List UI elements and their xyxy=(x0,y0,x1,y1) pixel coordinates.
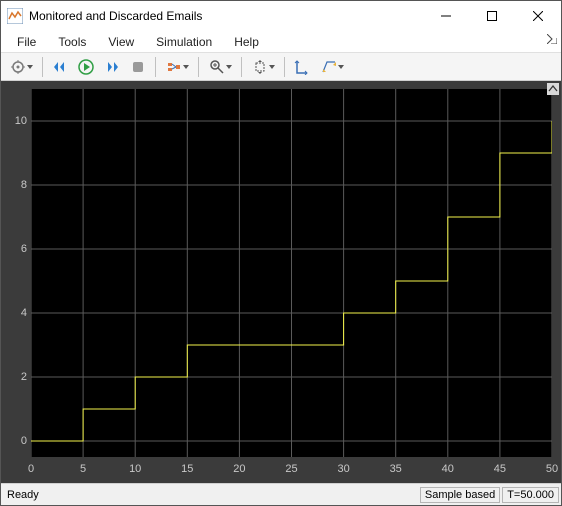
close-button[interactable] xyxy=(515,1,561,31)
status-mode: Sample based xyxy=(420,487,500,503)
y-tick-label: 0 xyxy=(1,435,27,447)
x-tick-label: 50 xyxy=(546,463,558,475)
status-message: Ready xyxy=(7,489,418,501)
maximize-axes-icon[interactable] xyxy=(547,83,559,95)
toolbar-separator xyxy=(42,57,43,77)
statusbar: Ready Sample based T=50.000 xyxy=(1,483,561,505)
plot-axes xyxy=(31,89,552,457)
x-tick-label: 5 xyxy=(80,463,86,475)
y-tick-label: 8 xyxy=(1,179,27,191)
toolbar-separator xyxy=(198,57,199,77)
y-tick-label: 2 xyxy=(1,371,27,383)
x-tick-label: 35 xyxy=(390,463,402,475)
menu-tools[interactable]: Tools xyxy=(48,33,96,51)
y-tick-label: 10 xyxy=(1,115,27,127)
menu-simulation[interactable]: Simulation xyxy=(146,33,222,51)
signal-stats-button[interactable] xyxy=(316,56,348,78)
x-tick-label: 30 xyxy=(337,463,349,475)
restart-button[interactable] xyxy=(48,56,72,78)
menubar: File Tools View Simulation Help xyxy=(1,31,561,53)
x-tick-label: 25 xyxy=(285,463,297,475)
scope-plot[interactable]: 0 2 4 6 8 10 0 5 10 15 20 25 30 35 40 45 50 xyxy=(1,81,561,483)
toolbar-separator xyxy=(155,57,156,77)
cursor-measure-button[interactable] xyxy=(290,56,314,78)
x-tick-label: 0 xyxy=(28,463,34,475)
window-title: Monitored and Discarded Emails xyxy=(29,9,423,23)
zoom-button[interactable] xyxy=(204,56,236,78)
menu-help[interactable]: Help xyxy=(224,33,269,51)
print-config-button[interactable] xyxy=(5,56,37,78)
toolbar-separator xyxy=(284,57,285,77)
toolbar-separator xyxy=(241,57,242,77)
menu-view[interactable]: View xyxy=(98,33,144,51)
run-button[interactable] xyxy=(74,56,98,78)
maximize-button[interactable] xyxy=(469,1,515,31)
y-tick-label: 4 xyxy=(1,307,27,319)
menu-overflow-icon[interactable] xyxy=(547,33,557,47)
x-tick-label: 10 xyxy=(129,463,141,475)
find-signal-button[interactable] xyxy=(161,56,193,78)
titlebar: Monitored and Discarded Emails xyxy=(1,1,561,31)
y-tick-label: 6 xyxy=(1,243,27,255)
menu-file[interactable]: File xyxy=(7,33,46,51)
status-time: T=50.000 xyxy=(502,487,559,503)
stop-button[interactable] xyxy=(126,56,150,78)
toolbar xyxy=(1,53,561,81)
x-tick-label: 45 xyxy=(494,463,506,475)
app-icon xyxy=(7,8,23,24)
x-tick-label: 40 xyxy=(442,463,454,475)
step-forward-button[interactable] xyxy=(100,56,124,78)
scale-axes-button[interactable] xyxy=(247,56,279,78)
x-tick-label: 15 xyxy=(181,463,193,475)
x-tick-label: 20 xyxy=(233,463,245,475)
minimize-button[interactable] xyxy=(423,1,469,31)
